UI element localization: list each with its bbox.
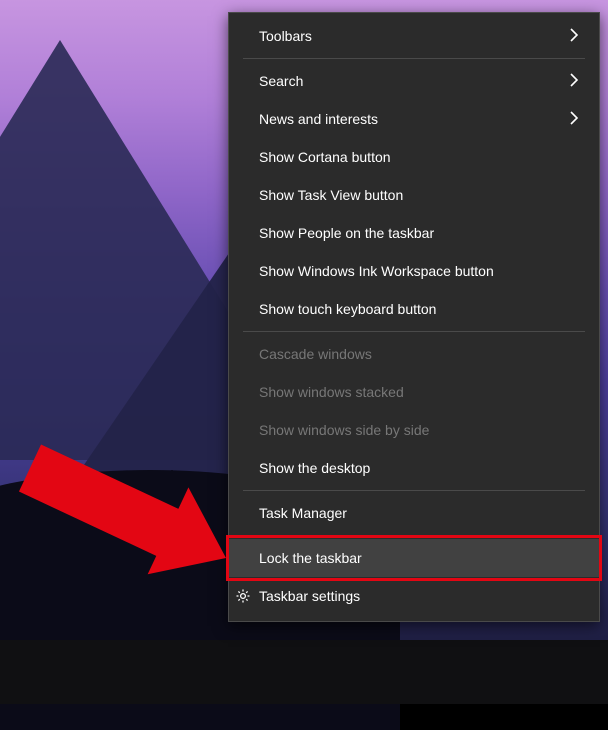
menu-item-search[interactable]: Search <box>229 62 599 100</box>
menu-item-label: Toolbars <box>259 28 569 44</box>
menu-separator <box>243 490 585 491</box>
menu-item-label: News and interests <box>259 111 569 127</box>
taskbar[interactable] <box>0 640 608 704</box>
gear-icon <box>235 588 251 604</box>
menu-item-show-cortana-button[interactable]: Show Cortana button <box>229 138 599 176</box>
menu-separator <box>243 331 585 332</box>
menu-item-show-people-on-the-taskbar[interactable]: Show People on the taskbar <box>229 214 599 252</box>
menu-item-lock-the-taskbar[interactable]: Lock the taskbar <box>229 539 599 577</box>
menu-separator <box>243 58 585 59</box>
menu-item-toolbars[interactable]: Toolbars <box>229 17 599 55</box>
menu-item-label: Lock the taskbar <box>259 550 579 566</box>
menu-item-cascade-windows: Cascade windows <box>229 335 599 373</box>
menu-item-taskbar-settings[interactable]: Taskbar settings <box>229 577 599 615</box>
chevron-right-icon <box>569 73 579 90</box>
menu-item-show-the-desktop[interactable]: Show the desktop <box>229 449 599 487</box>
menu-item-label: Show Windows Ink Workspace button <box>259 263 579 279</box>
menu-item-label: Show windows side by side <box>259 422 579 438</box>
chevron-right-icon <box>569 111 579 128</box>
menu-item-show-windows-ink-workspace-button[interactable]: Show Windows Ink Workspace button <box>229 252 599 290</box>
menu-item-task-manager[interactable]: Task Manager <box>229 494 599 532</box>
menu-item-show-task-view-button[interactable]: Show Task View button <box>229 176 599 214</box>
menu-item-label: Show windows stacked <box>259 384 579 400</box>
menu-item-label: Search <box>259 73 569 89</box>
menu-item-label: Show People on the taskbar <box>259 225 579 241</box>
taskbar-context-menu: Toolbars Search News and interests Show Cor… <box>228 12 600 622</box>
menu-separator <box>243 535 585 536</box>
menu-item-show-windows-side-by-side: Show windows side by side <box>229 411 599 449</box>
chevron-right-icon <box>569 28 579 45</box>
menu-item-news-and-interests[interactable]: News and interests <box>229 100 599 138</box>
menu-item-label: Taskbar settings <box>259 588 579 604</box>
menu-item-show-windows-stacked: Show windows stacked <box>229 373 599 411</box>
menu-item-label: Cascade windows <box>259 346 579 362</box>
menu-item-label: Show touch keyboard button <box>259 301 579 317</box>
menu-item-label: Show Task View button <box>259 187 579 203</box>
menu-item-label: Task Manager <box>259 505 579 521</box>
menu-item-show-touch-keyboard-button[interactable]: Show touch keyboard button <box>229 290 599 328</box>
menu-item-label: Show Cortana button <box>259 149 579 165</box>
menu-item-label: Show the desktop <box>259 460 579 476</box>
